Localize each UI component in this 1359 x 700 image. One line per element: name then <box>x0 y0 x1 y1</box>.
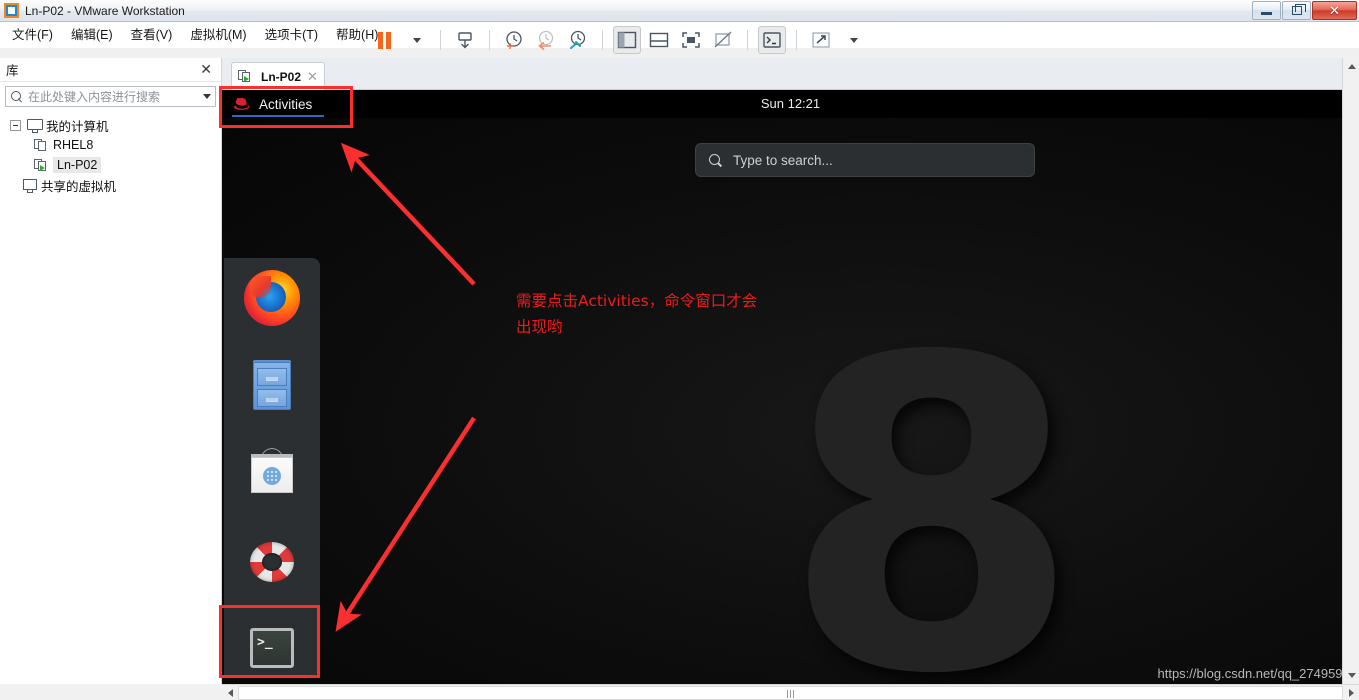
library-tree: 我的计算机 RHEL8 Ln-P02 共享的虚拟机 <box>0 115 221 195</box>
gnome-dock: >_ <box>224 258 320 676</box>
desktop-wallpaper: 8 <box>222 118 1359 684</box>
library-close-icon[interactable]: ✕ <box>197 61 215 78</box>
tree-item-shared-vms[interactable]: 共享的虚拟机 <box>8 175 221 195</box>
chevron-down-icon <box>413 37 421 43</box>
tree-item-label: RHEL8 <box>53 138 94 152</box>
expand-arrows-icon <box>812 32 830 48</box>
clock-plus-icon <box>506 31 522 49</box>
show-library-button[interactable] <box>613 26 641 54</box>
tab-label: Ln-P02 <box>261 69 302 84</box>
search-icon <box>708 153 723 168</box>
annotation-note: 需要点击Activities，命令窗口才会 出现哟 <box>516 292 758 336</box>
tree-item-ln-p02[interactable]: Ln-P02 <box>8 155 221 175</box>
toolbar-separator <box>796 30 797 50</box>
sidebar-panel-icon <box>617 31 637 49</box>
vmware-workstation-window: Ln-P02 - VMware Workstation ✕ 文件(F) 编辑(E… <box>0 0 1359 700</box>
terminal-prompt-icon <box>763 32 781 48</box>
window-title: Ln-P02 - VMware Workstation <box>25 3 185 18</box>
library-search-box[interactable]: 在此处键入内容进行搜索 <box>5 86 216 107</box>
pause-icon <box>377 31 391 49</box>
dock-item-firefox[interactable] <box>244 270 300 326</box>
tree-item-label: Ln-P02 <box>53 157 102 173</box>
library-search-input[interactable]: 在此处键入内容进行搜索 <box>28 88 203 105</box>
send-ctrl-alt-del-button[interactable] <box>758 26 786 54</box>
toolbar-separator <box>747 30 748 50</box>
toolbar <box>0 22 1359 58</box>
tab-ln-p02[interactable]: Ln-P02 ✕ <box>231 62 325 90</box>
scroll-grip-icon <box>786 689 795 698</box>
fullscreen-button[interactable] <box>677 26 705 54</box>
unity-mode-button[interactable] <box>709 26 737 54</box>
vm-running-icon <box>34 158 48 172</box>
pause-button[interactable] <box>370 26 398 54</box>
title-bar: Ln-P02 - VMware Workstation ✕ <box>0 0 1359 22</box>
shared-vm-icon <box>22 178 37 193</box>
scroll-right-arrow[interactable] <box>1343 685 1359 700</box>
manage-snapshots-button[interactable] <box>564 26 592 54</box>
window-controls: ✕ <box>1251 1 1357 20</box>
revert-snapshot-button[interactable] <box>532 26 560 54</box>
tree-item-my-computer[interactable]: 我的计算机 <box>8 115 221 135</box>
scroll-left-arrow[interactable] <box>222 685 238 700</box>
show-console-view-button[interactable] <box>645 26 673 54</box>
vmware-icon <box>4 2 20 19</box>
scroll-down-arrow[interactable] <box>1343 667 1359 684</box>
minimize-button[interactable] <box>1252 1 1281 20</box>
close-icon: ✕ <box>1329 3 1340 18</box>
close-button[interactable]: ✕ <box>1312 1 1357 20</box>
gnome-clock[interactable]: Sun 12:21 <box>222 90 1359 118</box>
split-panel-icon <box>649 32 669 48</box>
chevron-down-icon <box>850 37 858 43</box>
status-bar-left <box>0 684 222 700</box>
unity-off-icon <box>714 31 732 48</box>
dock-item-terminal[interactable]: >_ <box>244 622 300 678</box>
library-header: 库 ✕ <box>0 58 221 82</box>
dock-item-help[interactable] <box>244 534 300 590</box>
tree-item-label: 共享的虚拟机 <box>41 179 117 194</box>
library-title: 库 <box>6 64 19 78</box>
tab-strip: Ln-P02 ✕ <box>222 58 1359 90</box>
gnome-search-input[interactable]: Type to search... <box>733 153 833 168</box>
snapshot-button[interactable] <box>451 26 479 54</box>
dock-item-files[interactable] <box>244 358 300 414</box>
vertical-scrollbar[interactable] <box>1342 58 1359 684</box>
watermark-url: https://blog.csdn.net/qq_27495993 <box>1157 666 1358 681</box>
library-panel: 库 ✕ 在此处键入内容进行搜索 我的计算机 RHEL8 Ln-P02 共享的虚拟… <box>0 58 222 684</box>
horizontal-scrollbar[interactable] <box>222 684 1359 700</box>
vm-console[interactable]: 8 Activities Sun 12:21 Type to search... <box>222 90 1359 684</box>
tab-close-icon[interactable]: ✕ <box>307 69 318 85</box>
toolbar-separator <box>602 30 603 50</box>
restore-button[interactable] <box>1282 1 1311 20</box>
chevron-down-icon[interactable] <box>203 94 211 99</box>
clock-wrench-icon <box>570 30 586 49</box>
snapshot-icon <box>458 32 472 49</box>
stretch-dropdown[interactable] <box>839 26 867 54</box>
toolbar-separator <box>440 30 441 50</box>
fullscreen-icon <box>682 32 700 48</box>
gnome-search-box[interactable]: Type to search... <box>695 143 1035 177</box>
dock-item-software[interactable] <box>244 446 300 502</box>
power-dropdown[interactable] <box>402 26 430 54</box>
search-icon <box>10 90 23 103</box>
scroll-up-arrow[interactable] <box>1343 58 1359 75</box>
take-snapshot-button[interactable] <box>500 26 528 54</box>
vm-icon <box>34 138 48 152</box>
clock-back-icon <box>538 30 554 51</box>
rhel8-wallpaper-glyph: 8 <box>782 268 1082 684</box>
collapse-toggle-icon[interactable] <box>10 119 21 131</box>
vm-running-icon <box>238 70 252 83</box>
tree-item-rhel8[interactable]: RHEL8 <box>8 135 221 155</box>
toolbar-separator <box>489 30 490 50</box>
monitor-icon <box>27 118 43 133</box>
stretch-guest-button[interactable] <box>807 26 835 54</box>
horizontal-scroll-thumb[interactable] <box>238 685 1343 700</box>
gnome-top-bar: Activities Sun 12:21 <box>222 90 1359 118</box>
tree-item-label: 我的计算机 <box>46 119 109 134</box>
